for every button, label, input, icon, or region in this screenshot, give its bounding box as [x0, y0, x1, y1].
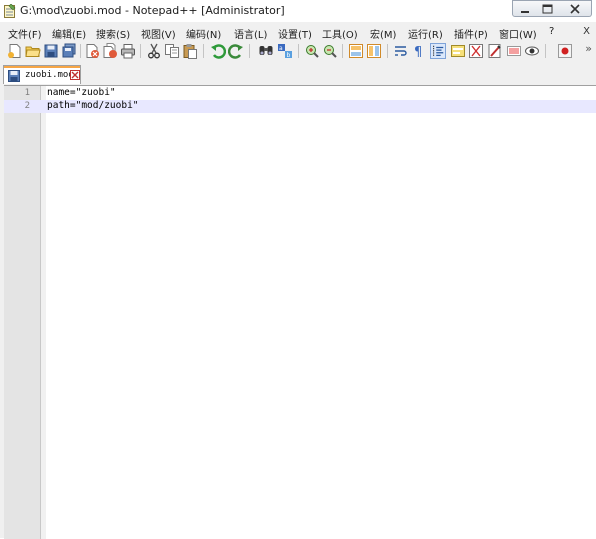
menu-help[interactable]: ? [549, 26, 554, 37]
editor-line-current[interactable]: 2 path="mod/zuobi" [4, 100, 596, 113]
menu-tools[interactable]: 工具(O) [322, 26, 358, 41]
menu-view[interactable]: 视图(V) [141, 26, 176, 41]
window-title: G:\mod\zuobi.mod - Notepad++ [Administra… [20, 4, 285, 17]
save-icon[interactable] [43, 43, 59, 59]
close-window-icon [570, 4, 580, 14]
menu-plugins[interactable]: 插件(P) [454, 26, 488, 41]
tab-bar: zuobi.mod [0, 62, 596, 85]
notepad-icon [4, 4, 16, 18]
toolbar-separator [387, 44, 388, 58]
undo-icon[interactable] [210, 43, 226, 59]
maximize-button[interactable] [536, 0, 560, 17]
line-text[interactable]: name="zuobi" [47, 87, 116, 98]
word-wrap-icon[interactable] [393, 43, 409, 59]
copy-icon[interactable] [164, 43, 180, 59]
show-all-chars-icon[interactable]: ¶ [411, 43, 427, 59]
toolbar-separator [140, 44, 141, 58]
paste-icon[interactable] [182, 43, 198, 59]
tab-label: zuobi.mod [25, 70, 74, 80]
title-bar: G:\mod\zuobi.mod - Notepad++ [Administra… [0, 0, 596, 22]
redo-icon[interactable] [228, 43, 244, 59]
restore-icon [542, 4, 553, 14]
svg-text:a: a [279, 45, 283, 52]
function-list-icon[interactable] [468, 43, 484, 59]
new-file-icon[interactable] [7, 43, 23, 59]
sync-vertical-icon[interactable] [348, 43, 364, 59]
indent-guide-icon[interactable] [430, 43, 446, 59]
save-all-icon[interactable] [61, 43, 77, 59]
toolbar-overflow-button[interactable]: » [585, 42, 592, 55]
zoom-in-icon[interactable] [304, 43, 320, 59]
tab-zuobi-mod[interactable]: zuobi.mod [3, 65, 81, 84]
menu-macro[interactable]: 宏(M) [370, 26, 396, 41]
fold-margin [41, 86, 46, 539]
zoom-out-icon[interactable] [322, 43, 338, 59]
menu-search[interactable]: 搜索(S) [96, 26, 130, 41]
menu-encoding[interactable]: 编码(N) [186, 26, 221, 41]
close-document-button[interactable]: X [583, 26, 590, 37]
record-macro-icon[interactable] [557, 43, 573, 59]
print-icon[interactable] [120, 43, 136, 59]
doc-map-icon[interactable] [506, 43, 522, 59]
line-number: 1 [24, 88, 30, 98]
menu-edit[interactable]: 编辑(E) [52, 26, 86, 41]
close-icon[interactable] [84, 43, 100, 59]
menu-settings[interactable]: 设置(T) [278, 26, 312, 41]
window-close-button[interactable] [559, 0, 592, 17]
toolbar-separator [298, 44, 299, 58]
notepadpp-window: G:\mod\zuobi.mod - Notepad++ [Administra… [0, 0, 596, 539]
line-text[interactable]: path="mod/zuobi" [47, 100, 139, 111]
editor-area[interactable]: 1 name="zuobi" 2 path="mod/zuobi" [4, 85, 596, 539]
user-language-icon[interactable] [450, 43, 466, 59]
editor-line[interactable]: 1 name="zuobi" [4, 87, 596, 100]
open-file-icon[interactable] [25, 43, 41, 59]
toolbar-separator [342, 44, 343, 58]
folder-workspace-icon[interactable] [487, 43, 503, 59]
toolbar-separator [203, 44, 204, 58]
toolbar-separator [545, 44, 546, 58]
svg-text:b: b [287, 52, 291, 59]
close-all-icon[interactable] [102, 43, 118, 59]
tab-close-icon[interactable] [70, 70, 80, 80]
menu-window[interactable]: 窗口(W) [499, 26, 537, 41]
toolbar: ab ¶ » [0, 40, 596, 62]
svg-text:¶: ¶ [414, 45, 422, 59]
menu-language[interactable]: 语言(L) [234, 26, 267, 41]
toolbar-separator [249, 44, 250, 58]
line-number: 2 [24, 101, 30, 111]
active-tab-indicator [4, 66, 80, 68]
replace-icon[interactable]: ab [277, 43, 293, 59]
menu-file[interactable]: 文件(F) [8, 26, 42, 41]
menu-run[interactable]: 运行(R) [408, 26, 443, 41]
sync-horizontal-icon[interactable] [366, 43, 382, 59]
minimize-icon [521, 11, 529, 13]
monitor-icon[interactable] [524, 43, 540, 59]
toolbar-separator [80, 44, 81, 58]
find-icon[interactable] [258, 43, 274, 59]
line-number-gutter [4, 86, 41, 539]
minimize-button[interactable] [512, 0, 537, 17]
saved-file-icon [8, 70, 20, 82]
cut-icon[interactable] [146, 43, 162, 59]
menu-bar: 文件(F) 编辑(E) 搜索(S) 视图(V) 编码(N) 语言(L) 设置(T… [0, 24, 596, 41]
